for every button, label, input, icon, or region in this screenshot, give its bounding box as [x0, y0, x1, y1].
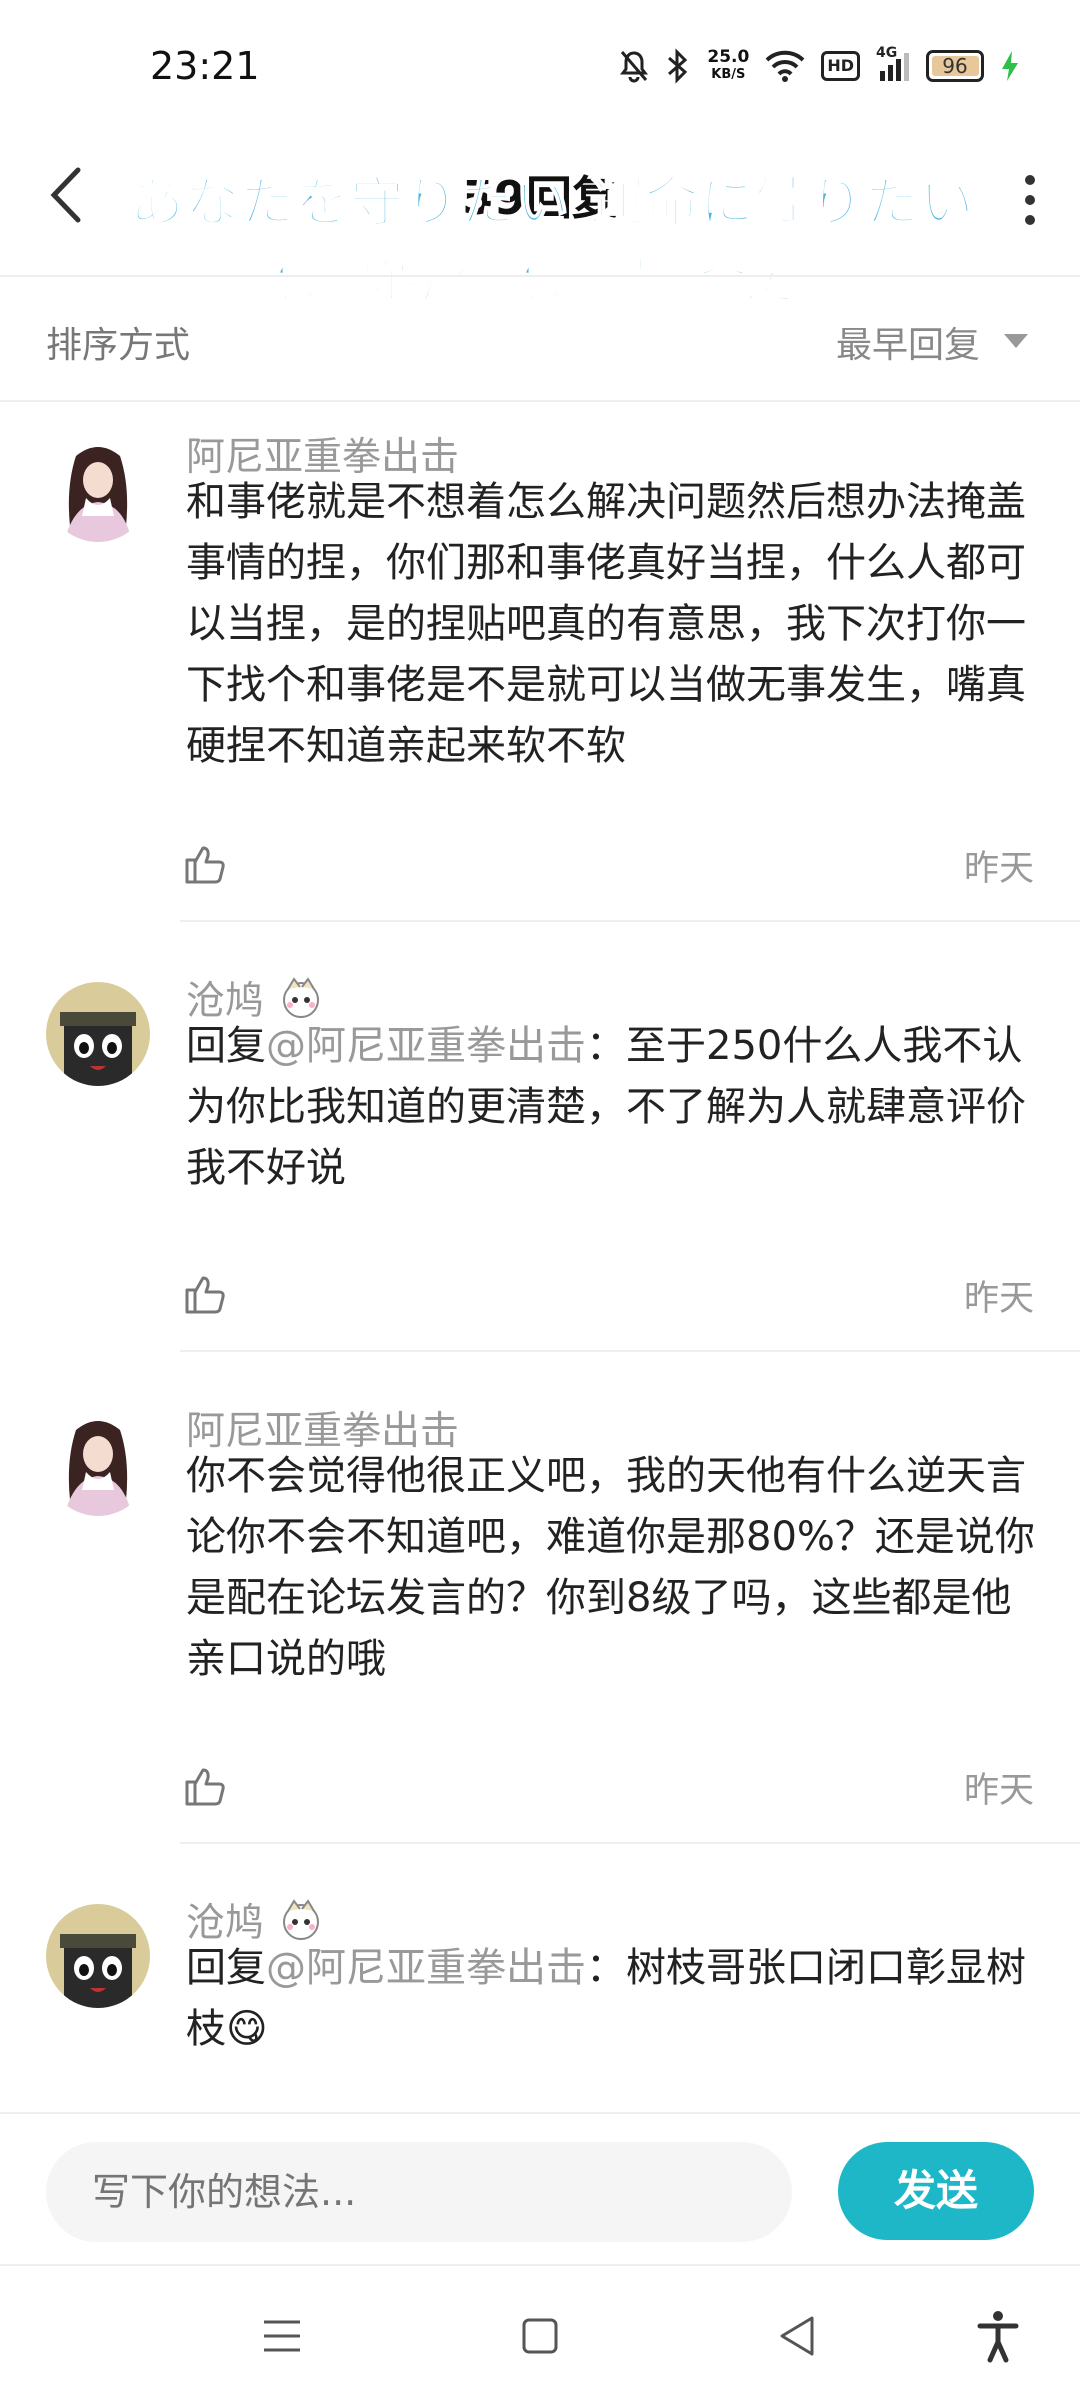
wifi-icon — [765, 50, 805, 82]
comment-date: 昨天 — [963, 1771, 1034, 1811]
comment-text: 和事佬就是不想着怎么解决问题然后想办法掩盖事情的捏，你们那和事佬真好当捏，什么人… — [186, 472, 1036, 777]
more-options-icon[interactable] — [1020, 170, 1040, 230]
avatar[interactable] — [46, 982, 150, 1086]
back-triangle-icon[interactable] — [768, 2306, 828, 2366]
mention-link[interactable]: @阿尼亚重拳出击 — [266, 1945, 586, 1991]
net-speed: 25.0 KB/S — [707, 49, 749, 83]
list-item: 阿尼亚重拳出击 你不会觉得他很正义吧，我的天他有什么逆天言论你不会不知道吧，难道… — [0, 1352, 1080, 1844]
top-bar: 59回复 あなたを守りたい 運命に触りたい 想要守护你 想要触摸命运 — [0, 120, 1080, 309]
avatar[interactable] — [46, 1412, 150, 1516]
watermark-japanese: あなたを守りたい 運命に触りたい — [129, 170, 975, 235]
chevron-down-icon[interactable] — [1004, 334, 1028, 348]
comment-date: 昨天 — [963, 1279, 1034, 1319]
battery-indicator: 96 — [926, 50, 984, 82]
net-speed-unit: KB/S — [711, 67, 746, 82]
comment-input[interactable] — [46, 2142, 792, 2242]
hd-badge: HD — [821, 51, 860, 81]
status-time: 23:21 — [150, 44, 260, 88]
comment-input-bar: 发送 — [0, 2112, 1080, 2264]
comment-text: 回复@阿尼亚重拳出击：树枝哥张口闭口彰显树枝😋 — [186, 1938, 1036, 2060]
home-square-icon[interactable] — [510, 2306, 570, 2366]
avatar[interactable] — [46, 1904, 150, 2008]
thumbs-up-icon[interactable] — [183, 1272, 227, 1316]
comment-body: 和事佬就是不想着怎么解决问题然后想办法掩盖事情的捏，你们那和事佬真好当捏，什么人… — [186, 479, 1026, 769]
charging-bolt-icon — [1002, 51, 1018, 81]
system-nav-bar — [0, 2264, 1080, 2400]
header-divider — [0, 275, 1080, 277]
list-item: 阿尼亚重拳出击 和事佬就是不想着怎么解决问题然后想办法掩盖事情的捏，你们那和事佬… — [0, 402, 1080, 922]
comment-body: 你不会觉得他很正义吧，我的天他有什么逆天言论你不会不知道吧，难道你是那80%？还… — [186, 1453, 1035, 1682]
avatar[interactable] — [46, 438, 150, 542]
comment-text: 你不会觉得他很正义吧，我的天他有什么逆天言论你不会不知道吧，难道你是那80%？还… — [186, 1446, 1036, 1690]
menu-icon[interactable] — [252, 2306, 312, 2366]
list-item: 沧鸠 回复@阿尼亚重拳出击：至于250什么人我不认为你比我知道的更清楚，不了解为… — [0, 922, 1080, 1352]
list-item: 沧鸠 回复@阿尼亚重拳出击：树枝哥张口闭口彰显树枝😋 — [0, 1844, 1080, 2112]
status-icons: 25.0 KB/S HD 4G 96 — [619, 44, 1020, 88]
battery-level: 96 — [942, 54, 968, 78]
mute-bell-icon — [620, 51, 649, 83]
comment-text: 回复@阿尼亚重拳出击：至于250什么人我不认为你比我知道的更清楚，不了解为人就肆… — [186, 1016, 1036, 1199]
mention-link[interactable]: @阿尼亚重拳出击 — [266, 1023, 586, 1069]
reply-prefix: 回复 — [186, 1023, 266, 1069]
sort-dropdown[interactable]: 最早回复 — [836, 316, 980, 368]
thumbs-up-icon[interactable] — [183, 1764, 227, 1808]
comment-date: 昨天 — [963, 849, 1034, 889]
signal-icon — [880, 53, 909, 81]
reply-list: 阿尼亚重拳出击 和事佬就是不想着怎么解决问题然后想办法掩盖事情的捏，你们那和事佬… — [0, 402, 1080, 2112]
net-speed-value: 25.0 — [707, 47, 750, 67]
status-bar: 23:21 25.0 KB/S HD 4G 96 — [0, 0, 1080, 120]
cellular-signal: 4G — [876, 45, 910, 83]
sort-bar: 排序方式 最早回复 — [0, 278, 1080, 400]
accessibility-icon[interactable] — [968, 2306, 1028, 2366]
send-button[interactable]: 发送 — [838, 2142, 1034, 2240]
thumbs-up-icon[interactable] — [183, 842, 227, 886]
reply-prefix: 回复 — [186, 1945, 266, 1991]
bluetooth-icon — [668, 48, 688, 84]
sort-label: 排序方式 — [46, 325, 191, 366]
